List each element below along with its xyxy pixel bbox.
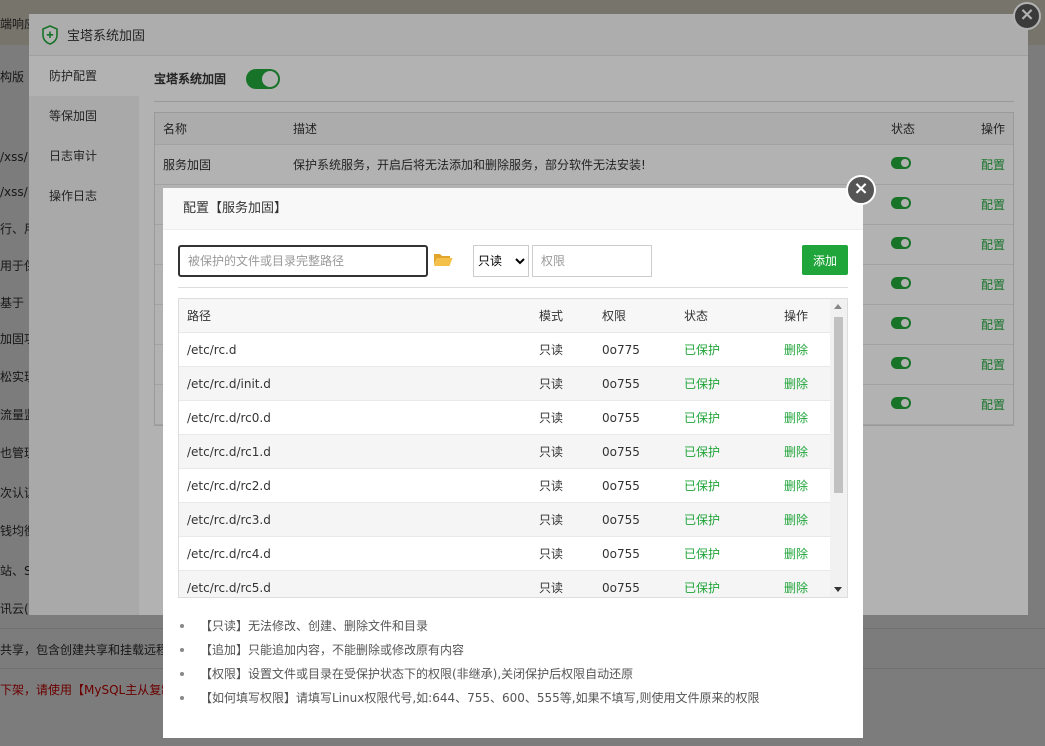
row-mode: 只读 [539, 513, 564, 527]
header-mode: 模式 [539, 309, 564, 323]
row-permission: 0o755 [602, 444, 640, 459]
config-dialog: 配置【服务加固】 只读 追加 添加 路径 模式 权限 状态 操作 /etc/rc… [163, 188, 863, 738]
row-delete-link[interactable]: 删除 [784, 409, 831, 426]
row-status: 已保护 [684, 581, 721, 595]
row-delete-link[interactable]: 删除 [784, 375, 831, 392]
folder-open-icon[interactable] [433, 251, 453, 267]
row-status: 已保护 [684, 343, 721, 357]
row-status: 已保护 [684, 479, 721, 493]
tip-item: 【权限】设置文件或目录在受保护状态下的权限(非继承),关闭保护后权限自动还原 [178, 662, 848, 686]
row-mode: 只读 [539, 479, 564, 493]
table-row: /etc/rc.d 只读 0o775 已保护 删除 [179, 333, 831, 367]
row-permission: 0o755 [602, 546, 640, 561]
scroll-thumb[interactable] [834, 317, 843, 493]
table-row: /etc/rc.d/rc3.d 只读 0o755 已保护 删除 [179, 503, 831, 537]
row-permission: 0o755 [602, 376, 640, 391]
dialog-title: 配置【服务加固】 [163, 188, 863, 230]
table-row: /etc/rc.d/rc1.d 只读 0o755 已保护 删除 [179, 435, 831, 469]
row-permission: 0o755 [602, 512, 640, 527]
divider [178, 287, 848, 288]
row-path: /etc/rc.d/rc3.d [187, 512, 271, 527]
table-row: /etc/rc.d/rc0.d 只读 0o755 已保护 删除 [179, 401, 831, 435]
row-path: /etc/rc.d [187, 342, 237, 357]
help-tips: 【只读】无法修改、创建、删除文件和目录 【追加】只能追加内容，不能删除或修改原有… [178, 614, 848, 710]
row-path: /etc/rc.d/rc0.d [187, 410, 271, 425]
row-path: /etc/rc.d/rc1.d [187, 444, 271, 459]
table-row: /etc/rc.d/init.d 只读 0o755 已保护 删除 [179, 367, 831, 401]
close-icon[interactable]: × [846, 175, 876, 205]
row-mode: 只读 [539, 445, 564, 459]
table-row: /etc/rc.d/rc4.d 只读 0o755 已保护 删除 [179, 537, 831, 571]
row-status: 已保护 [684, 377, 721, 391]
header-status: 状态 [684, 309, 709, 323]
row-path: /etc/rc.d/rc5.d [187, 580, 271, 595]
row-delete-link[interactable]: 删除 [784, 443, 831, 460]
row-delete-link[interactable]: 删除 [784, 545, 831, 562]
row-path: /etc/rc.d/init.d [187, 376, 271, 391]
add-path-form: 只读 追加 添加 [178, 245, 848, 277]
header-permission: 权限 [602, 309, 627, 323]
tip-item: 【追加】只能追加内容，不能删除或修改原有内容 [178, 638, 848, 662]
mode-select[interactable]: 只读 追加 [473, 245, 529, 277]
header-path: 路径 [187, 309, 212, 323]
row-path: /etc/rc.d/rc2.d [187, 478, 271, 493]
table-row: /etc/rc.d/rc5.d 只读 0o755 已保护 删除 [179, 571, 831, 597]
row-mode: 只读 [539, 411, 564, 425]
tip-item: 【只读】无法修改、创建、删除文件和目录 [178, 614, 848, 638]
row-permission: 0o775 [602, 342, 640, 357]
row-mode: 只读 [539, 547, 564, 561]
table-scrollbar[interactable] [830, 299, 847, 597]
row-mode: 只读 [539, 343, 564, 357]
table-header: 路径 模式 权限 状态 操作 [179, 299, 831, 333]
table-row: /etc/rc.d/rc2.d 只读 0o755 已保护 删除 [179, 469, 831, 503]
row-delete-link[interactable]: 删除 [784, 579, 831, 596]
row-permission: 0o755 [602, 580, 640, 595]
tip-item: 【如何填写权限】请填写Linux权限代号,如:644、755、600、555等,… [178, 686, 848, 710]
scroll-down-icon[interactable] [834, 587, 842, 592]
row-mode: 只读 [539, 377, 564, 391]
row-permission: 0o755 [602, 410, 640, 425]
row-status: 已保护 [684, 411, 721, 425]
path-input[interactable] [178, 245, 428, 277]
protected-paths-table: 路径 模式 权限 状态 操作 /etc/rc.d 只读 0o775 已保护 删除/etc… [178, 298, 848, 598]
add-button[interactable]: 添加 [802, 245, 848, 275]
row-mode: 只读 [539, 581, 564, 595]
row-status: 已保护 [684, 513, 721, 527]
row-delete-link[interactable]: 删除 [784, 477, 831, 494]
permission-input[interactable] [532, 245, 652, 277]
row-delete-link[interactable]: 删除 [784, 341, 831, 358]
row-status: 已保护 [684, 547, 721, 561]
header-action: 操作 [784, 309, 809, 323]
row-status: 已保护 [684, 445, 721, 459]
row-delete-link[interactable]: 删除 [784, 511, 831, 528]
row-path: /etc/rc.d/rc4.d [187, 546, 271, 561]
row-permission: 0o755 [602, 478, 640, 493]
scroll-up-icon[interactable] [834, 304, 842, 309]
